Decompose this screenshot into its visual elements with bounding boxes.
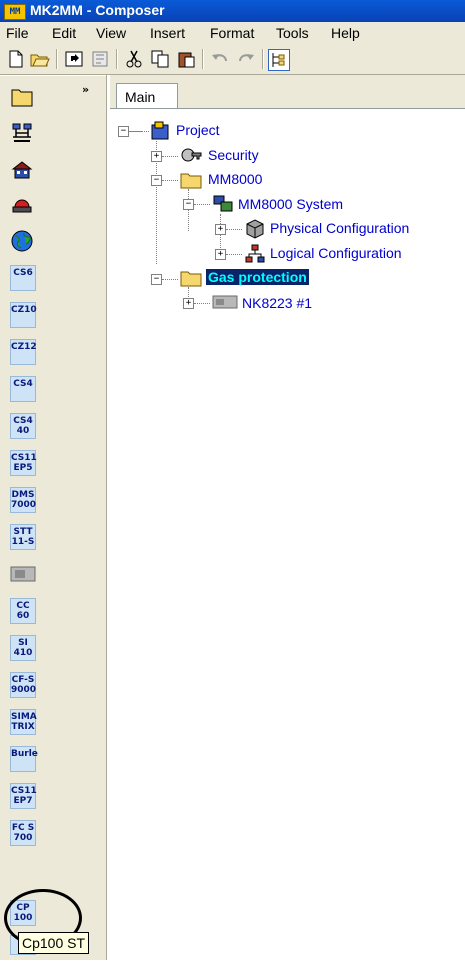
network-icon[interactable] (10, 121, 34, 145)
palette-item-cz12[interactable]: CZ12 (10, 339, 37, 365)
palette-item-cz10[interactable]: CZ10 (10, 302, 37, 328)
palette-chevron[interactable]: » (82, 83, 89, 96)
open-folder-icon[interactable] (30, 49, 50, 69)
window-title: MK2MM - Composer (30, 2, 165, 18)
alarm-icon[interactable] (10, 193, 34, 217)
tree-view-icon[interactable] (268, 49, 290, 71)
palette-item-cs4[interactable]: CS4 (10, 376, 36, 402)
app-icon: MM (4, 4, 26, 20)
tab-strip: Main (110, 75, 465, 110)
toolbar-separator (262, 49, 264, 69)
tree-node-security[interactable]: Security (208, 147, 259, 163)
system-icon (213, 195, 233, 212)
palette-item-cs11-ep7[interactable]: CS11 EP7 (10, 783, 37, 809)
tree-node-gas-protection[interactable]: Gas protection (206, 269, 309, 285)
palette-item-cs6[interactable]: CS6 (10, 265, 36, 291)
tree-node-logical-configuration[interactable]: Logical Configuration (270, 245, 402, 261)
logical-config-icon (245, 244, 265, 263)
main-panel: Main − Project + Security − MM8000 − MM8… (110, 75, 465, 961)
building-icon[interactable] (10, 157, 34, 181)
menu-format[interactable]: Format (210, 25, 254, 41)
palette-item-cs11-ep5[interactable]: CS11 EP5 (10, 450, 37, 476)
folder-icon (180, 173, 202, 189)
palette-item-stt-11s[interactable]: STT 11-S (10, 524, 36, 550)
collapse-icon[interactable]: − (183, 199, 194, 210)
palette-item-si-410[interactable]: SI 410 (10, 635, 36, 661)
title-bar: MM MK2MM - Composer (0, 0, 465, 22)
device-icon (212, 295, 238, 309)
copy-icon[interactable] (150, 49, 170, 69)
menu-file[interactable]: File (6, 25, 29, 41)
tooltip: Cp100 ST (18, 932, 90, 954)
new-document-icon[interactable] (6, 49, 26, 69)
redo-icon[interactable] (236, 49, 256, 69)
move-up-icon[interactable] (64, 49, 84, 69)
collapse-icon[interactable]: − (151, 175, 162, 186)
palette-item-burle[interactable]: Burle (10, 746, 38, 772)
toolbar-separator (202, 49, 204, 69)
properties-icon[interactable] (90, 49, 110, 69)
toolbar (0, 44, 465, 75)
component-palette: » CS6 CZ10 CZ12 CS4 CS4 40 CS11 EP5 DMS … (0, 75, 106, 960)
palette-item-cs4-40[interactable]: CS4 40 (10, 413, 36, 439)
palette-item-fcs-700[interactable]: FC S 700 (10, 820, 36, 846)
expand-icon[interactable]: + (215, 224, 226, 235)
expand-icon[interactable]: + (183, 298, 194, 309)
menu-help[interactable]: Help (331, 25, 360, 41)
menu-edit[interactable]: Edit (52, 25, 76, 41)
expand-icon[interactable]: + (215, 249, 226, 260)
toolbar-separator (56, 49, 58, 69)
security-icon (181, 148, 202, 162)
tree-node-mm8000-system[interactable]: MM8000 System (238, 196, 343, 212)
expand-icon[interactable]: + (151, 151, 162, 162)
tree-node-mm8000[interactable]: MM8000 (208, 171, 262, 187)
collapse-icon[interactable]: − (118, 126, 129, 137)
tree-node-physical-configuration[interactable]: Physical Configuration (270, 220, 409, 236)
paste-icon[interactable] (176, 49, 196, 69)
tab-main[interactable]: Main (116, 83, 178, 110)
cut-icon[interactable] (124, 49, 144, 69)
palette-item-cf-s-9000[interactable]: CF-S 9000 (10, 672, 36, 698)
menu-view[interactable]: View (96, 25, 126, 41)
collapse-icon[interactable]: − (151, 274, 162, 285)
menu-bar: File Edit View Insert Format Tools Help (0, 22, 465, 44)
device-icon[interactable] (9, 561, 37, 587)
palette-item-simatrix[interactable]: SIMA TRIX (10, 709, 37, 735)
physical-config-icon (246, 219, 264, 239)
palette-splitter[interactable] (106, 75, 109, 960)
tree-node-nk8223[interactable]: NK8223 #1 (242, 295, 312, 311)
folder-icon (180, 271, 202, 287)
palette-item-dms-7000[interactable]: DMS 7000 (10, 487, 36, 513)
undo-icon[interactable] (210, 49, 230, 69)
tree-node-project[interactable]: Project (176, 122, 220, 138)
globe-icon[interactable] (10, 229, 34, 253)
palette-item-cc-60[interactable]: CC 60 (10, 598, 36, 624)
toolbar-separator (116, 49, 118, 69)
project-tree[interactable]: − Project + Security − MM8000 − MM8000 S… (110, 108, 465, 961)
project-icon (151, 121, 169, 140)
folder-icon[interactable] (10, 85, 34, 109)
menu-tools[interactable]: Tools (276, 25, 309, 41)
menu-insert[interactable]: Insert (150, 25, 185, 41)
